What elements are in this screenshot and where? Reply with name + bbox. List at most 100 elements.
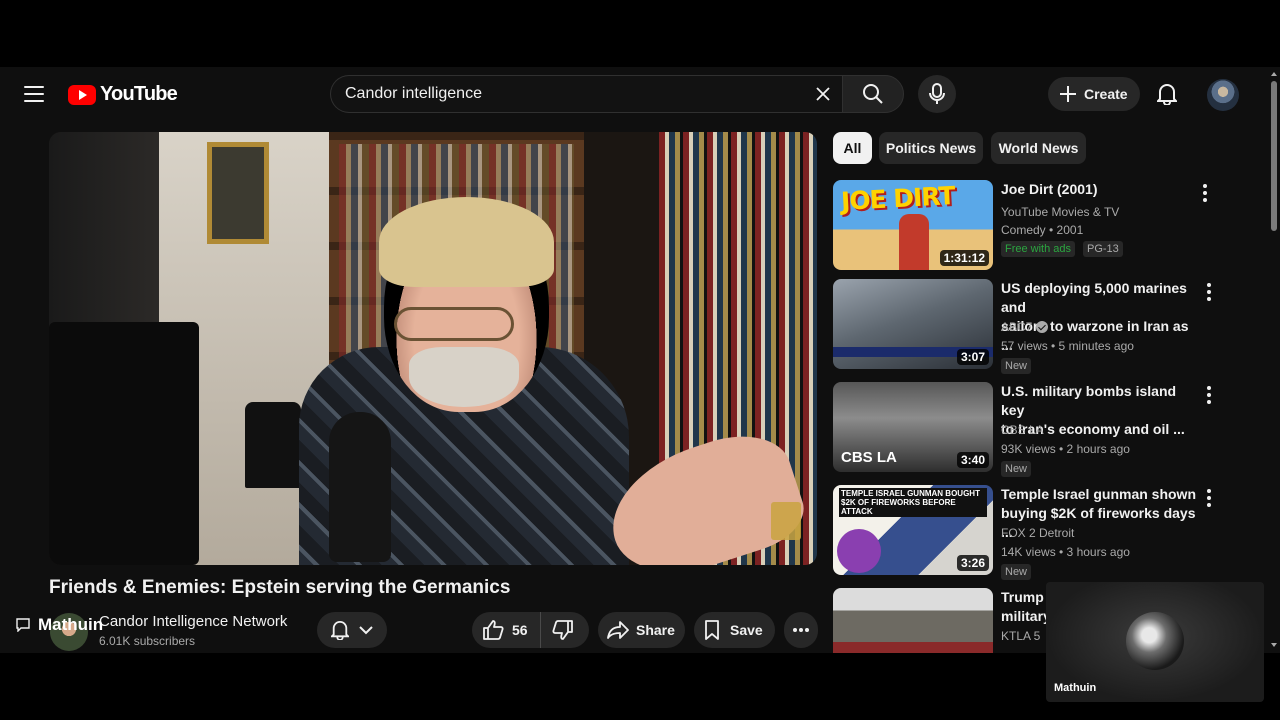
video-duration: 1:31:12	[939, 250, 989, 266]
logo-text: YouTube	[100, 83, 178, 105]
new-badge: New	[1001, 358, 1032, 374]
thumbnail-inset-circle	[837, 529, 881, 573]
bookmark-icon	[705, 620, 719, 640]
video-frame-presenter-beard	[409, 347, 519, 407]
video-duration: 3:26	[956, 555, 989, 571]
picture-in-picture-window[interactable]: Mathuin	[1046, 582, 1264, 702]
more-actions-button[interactable]	[784, 612, 818, 648]
chip-all[interactable]: All	[833, 132, 872, 164]
scroll-thumb[interactable]	[1271, 81, 1277, 231]
recommendation-item[interactable]: JOE DIRT 1:31:12 Joe Dirt (2001) YouTube…	[833, 180, 1233, 272]
bell-icon	[331, 621, 349, 640]
recommendation-meta: 93K views • 2 hours ago	[1001, 442, 1130, 456]
more-horizontal-icon	[793, 628, 809, 632]
video-thumbnail[interactable]: JOE DIRT 1:31:12	[833, 180, 993, 270]
clear-search-button[interactable]	[806, 77, 840, 111]
recommendation-item[interactable]: TEMPLE ISRAEL GUNMAN BOUGHT $2K OF FIREW…	[833, 485, 1233, 580]
scroll-down-arrow-icon[interactable]	[1271, 643, 1277, 647]
more-vertical-icon[interactable]	[1195, 182, 1215, 204]
title-line: U.S. military bombs island key	[1001, 383, 1177, 418]
more-vertical-icon[interactable]	[1199, 281, 1219, 303]
like-button[interactable]: 56	[472, 612, 541, 648]
title-line: US deploying 5,000 marines and	[1001, 280, 1187, 315]
recommendation-title[interactable]: Joe Dirt (2001)	[1001, 180, 1201, 199]
subscriber-count: 6.01K subscribers	[99, 634, 196, 648]
more-vertical-icon[interactable]	[1199, 487, 1219, 509]
recommendation-channel[interactable]: FOX 2 Detroit	[1001, 526, 1074, 540]
recommendation-meta: 14K views • 3 hours ago	[1001, 545, 1130, 559]
chip-world-news[interactable]: World News	[991, 132, 1086, 164]
hourglass-icon	[771, 502, 801, 540]
share-label: Share	[636, 622, 675, 638]
youtube-play-icon	[68, 84, 96, 105]
pip-name: Mathuin	[1054, 682, 1097, 694]
video-duration: 3:07	[956, 349, 989, 365]
thumbnail-title-art: JOE DIRT	[840, 181, 956, 216]
recommendation-meta: 57 views • 5 minutes ago	[1001, 339, 1134, 353]
video-thumbnail[interactable]: 3:07	[833, 279, 993, 369]
free-with-ads-badge: Free with ads	[1001, 241, 1076, 257]
video-frame-picture	[207, 142, 269, 244]
recommendation-channel[interactable]: YouTube Movies & TV	[1001, 205, 1119, 219]
close-icon	[816, 87, 830, 101]
share-icon	[607, 621, 629, 639]
video-duration: 3:40	[956, 452, 989, 468]
menu-icon[interactable]	[24, 86, 44, 102]
recommendation-channel[interactable]: KTLA 5	[1001, 629, 1040, 643]
dislike-button[interactable]	[541, 612, 585, 648]
chip-politics-news[interactable]: Politics News	[879, 132, 983, 164]
pip-avatar	[1126, 612, 1184, 670]
save-label: Save	[730, 622, 763, 638]
chevron-down-icon	[359, 626, 373, 635]
overlay-name: Mathuin	[38, 615, 104, 634]
video-frame-presenter-hair	[379, 197, 554, 287]
screen-share-overlay: Mathuin	[16, 615, 103, 635]
title-line: Joe Dirt (2001)	[1001, 181, 1098, 197]
video-thumbnail[interactable]	[833, 588, 993, 653]
create-button[interactable]: Create	[1048, 77, 1140, 111]
share-button[interactable]: Share	[598, 612, 685, 648]
video-thumbnail[interactable]: TEMPLE ISRAEL GUNMAN BOUGHT $2K OF FIREW…	[833, 485, 993, 575]
recommendation-channel[interactable]: ABC7	[1001, 320, 1049, 334]
recommendation-item[interactable]: 3:07 US deploying 5,000 marines and sail…	[833, 279, 1233, 374]
youtube-logo[interactable]: YouTube	[68, 83, 178, 106]
search-box	[330, 75, 842, 113]
thumbnail-figure	[899, 214, 929, 270]
new-badge: New	[1001, 461, 1032, 477]
bell-icon	[1157, 84, 1177, 105]
video-frame-presenter-glasses	[394, 307, 514, 341]
video-player[interactable]	[49, 132, 817, 565]
recommendation-channel[interactable]: CBS LA	[1001, 423, 1044, 437]
notifications-button[interactable]	[1153, 80, 1181, 108]
search-button[interactable]	[842, 75, 904, 113]
video-frame-microphone	[329, 412, 391, 562]
video-title: Friends & Enemies: Epstein serving the G…	[49, 577, 511, 598]
recommendation-item[interactable]: CBS LA 3:40 U.S. military bombs island k…	[833, 382, 1233, 477]
plus-icon	[1060, 86, 1076, 102]
thumbs-up-icon	[483, 620, 504, 640]
more-vertical-icon[interactable]	[1199, 384, 1219, 406]
voice-search-button[interactable]	[918, 75, 956, 113]
create-label: Create	[1084, 86, 1128, 102]
channel-label: ABC7	[1001, 320, 1033, 334]
comment-icon	[16, 618, 30, 632]
rating-badge: PG-13	[1083, 241, 1123, 257]
subscribe-notifications-button[interactable]	[317, 612, 387, 648]
thumbs-down-icon	[552, 620, 573, 640]
new-badge: New	[1001, 564, 1032, 580]
save-button[interactable]: Save	[694, 612, 775, 648]
video-thumbnail[interactable]: CBS LA 3:40	[833, 382, 993, 472]
channel-name[interactable]: Candor Intelligence Network	[99, 613, 287, 630]
search-input[interactable]	[345, 85, 806, 103]
search-icon	[863, 84, 883, 104]
verified-icon	[1036, 321, 1049, 333]
video-frame-boots	[245, 402, 301, 488]
microphone-icon	[929, 83, 945, 104]
youtube-app: YouTube Create	[0, 67, 1280, 653]
scroll-up-arrow-icon[interactable]	[1271, 72, 1277, 76]
thumbnail-caption: TEMPLE ISRAEL GUNMAN BOUGHT $2K OF FIREW…	[839, 488, 987, 517]
page-scrollbar[interactable]	[1268, 67, 1280, 653]
title-line: Temple Israel gunman shown	[1001, 486, 1197, 502]
like-dislike-group: 56	[472, 612, 589, 648]
account-avatar[interactable]	[1207, 79, 1239, 111]
